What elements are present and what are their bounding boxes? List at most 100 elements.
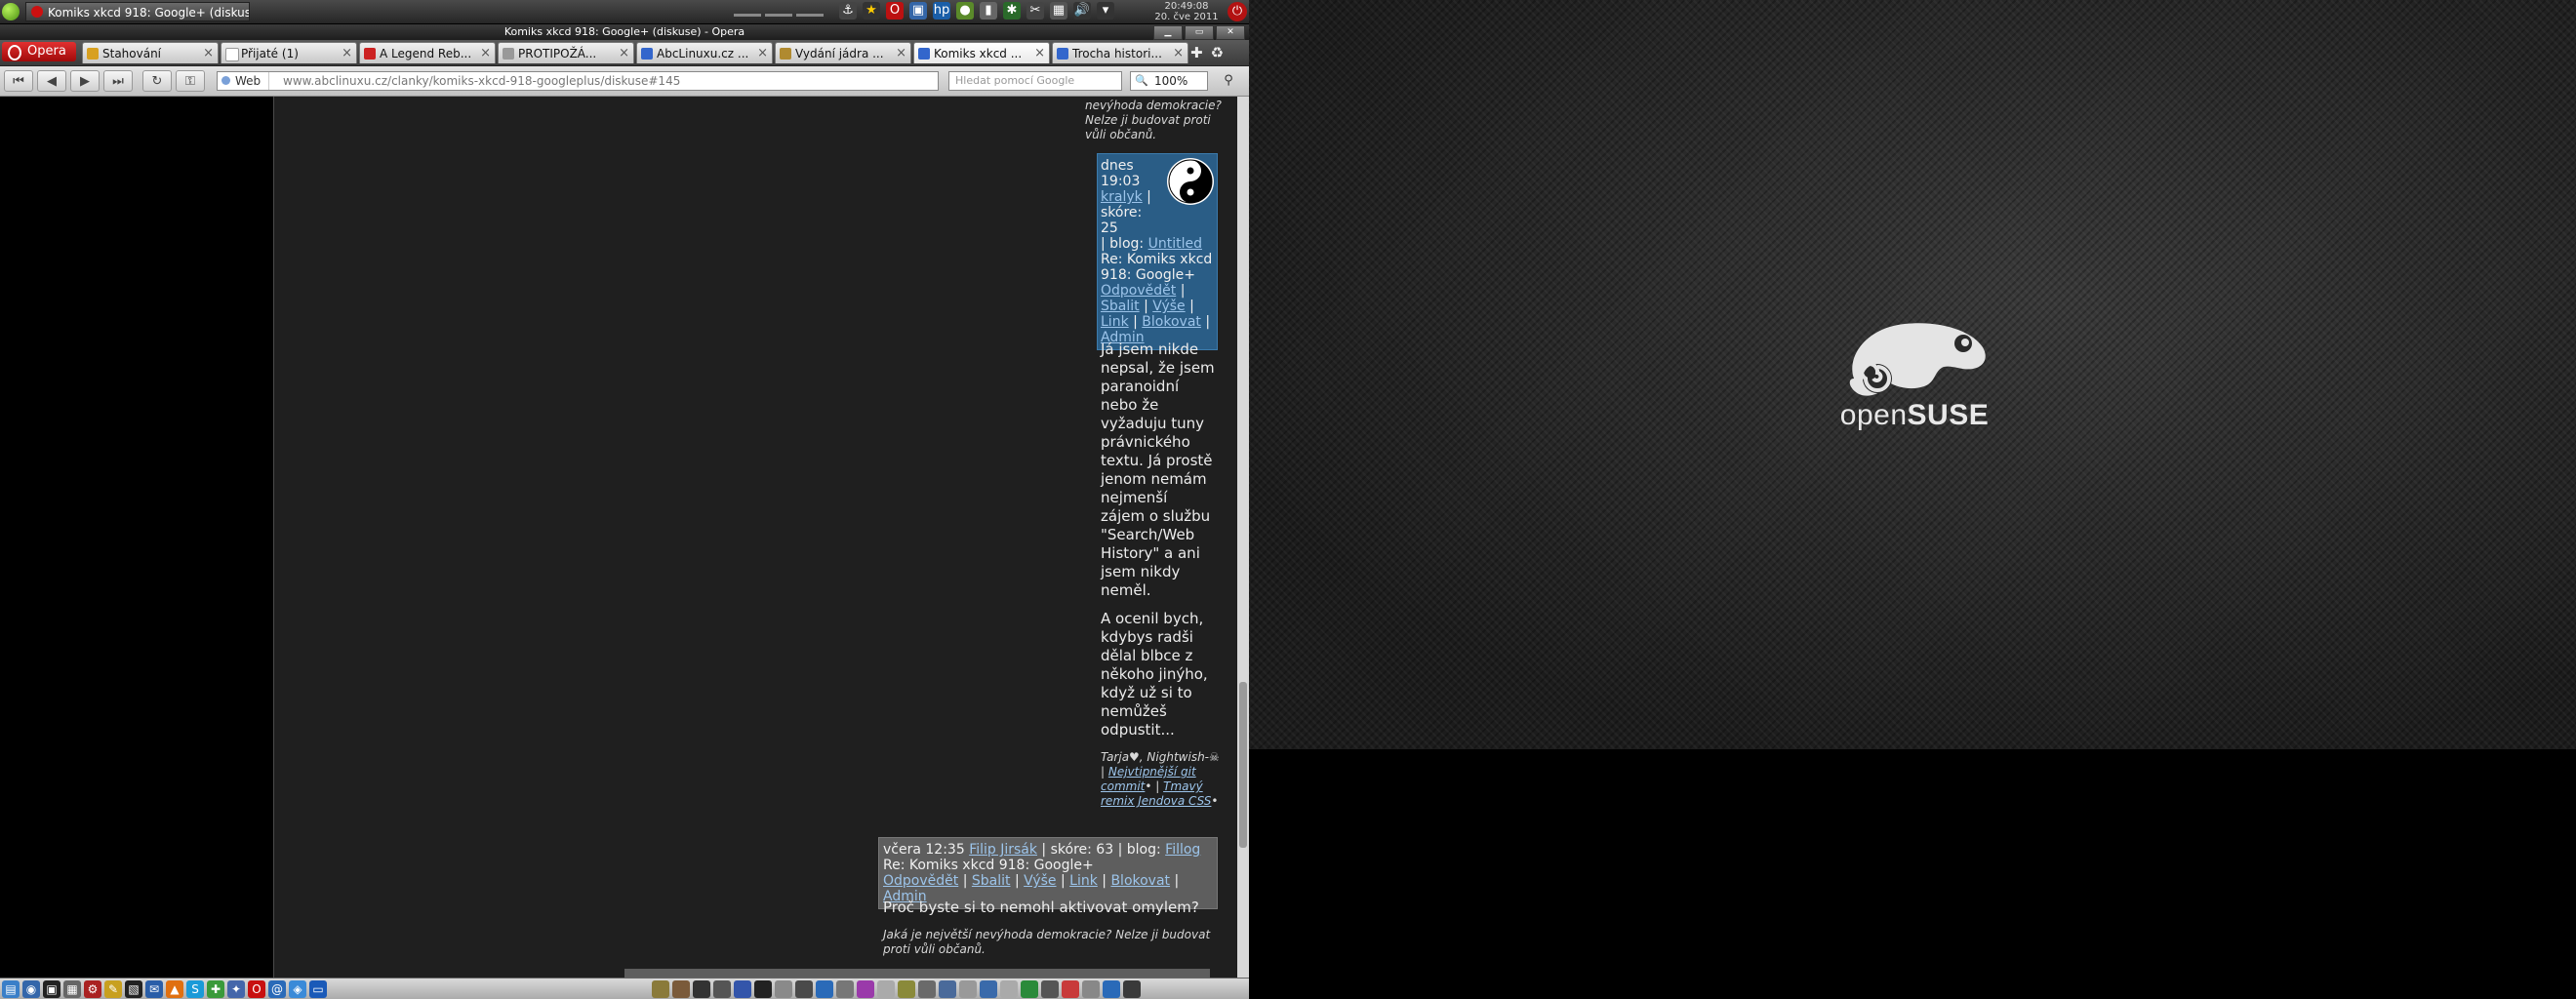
window-titlebar[interactable]: Komiks xkcd 918: Google+ (diskuse) - Ope… bbox=[0, 24, 1249, 40]
clipboard-icon[interactable]: ▮ bbox=[980, 2, 997, 20]
tab-abclinuxu[interactable]: AbcLinuxu.cz ... × bbox=[636, 42, 773, 63]
tab-trocha-historie[interactable]: Trocha histori... × bbox=[1052, 42, 1188, 63]
globe-icon[interactable] bbox=[816, 980, 833, 998]
scissors-icon[interactable]: ✂ bbox=[1026, 2, 1044, 20]
search-input[interactable]: Hledat pomocí Google bbox=[948, 71, 1122, 91]
palette-icon[interactable] bbox=[857, 980, 874, 998]
permalink[interactable]: Link bbox=[1101, 314, 1129, 330]
tab-inbox[interactable]: Přijaté (1) × bbox=[221, 42, 357, 63]
comment-author-link[interactable]: kralyk bbox=[1101, 189, 1143, 205]
scrollbar-thumb[interactable] bbox=[1239, 682, 1247, 848]
file-manager-icon[interactable]: ▦ bbox=[63, 980, 81, 998]
list-icon[interactable] bbox=[1041, 980, 1059, 998]
permalink[interactable]: Link bbox=[1069, 873, 1098, 889]
browser-icon[interactable]: ◉ bbox=[22, 980, 40, 998]
tab-downloads[interactable]: Stahování × bbox=[82, 42, 219, 63]
vlc-icon[interactable]: ▲ bbox=[166, 980, 183, 998]
chevron-down-icon[interactable]: ▾ bbox=[1097, 2, 1114, 20]
close-icon[interactable]: × bbox=[757, 43, 768, 63]
opera-launcher-icon[interactable]: O bbox=[248, 980, 265, 998]
search-icon[interactable] bbox=[959, 980, 977, 998]
blog-link[interactable]: Fillog bbox=[1165, 842, 1200, 858]
collapse-link[interactable]: Sbalit bbox=[1101, 299, 1140, 314]
update-icon[interactable]: ● bbox=[956, 2, 974, 20]
thunderbird-icon[interactable]: ✉ bbox=[145, 980, 163, 998]
close-icon[interactable]: × bbox=[480, 43, 491, 63]
puzzle-icon[interactable]: ✚ bbox=[207, 980, 224, 998]
taskbar-active-window[interactable]: Komiks xkcd 918: Google+ (diskuse) bbox=[25, 2, 250, 21]
opera-menu-button[interactable]: Opera bbox=[2, 42, 76, 61]
clock-icon[interactable] bbox=[836, 980, 854, 998]
text-icon[interactable] bbox=[713, 980, 731, 998]
address-field[interactable]: Web www.abclinuxu.cz/clanky/komiks-xkcd-… bbox=[217, 71, 939, 91]
close-icon[interactable]: × bbox=[1173, 43, 1184, 63]
back-button[interactable]: ◀ bbox=[37, 70, 66, 92]
cursor-icon[interactable] bbox=[734, 980, 751, 998]
start-menu-button[interactable] bbox=[2, 3, 20, 20]
clipboard-tray-icon[interactable] bbox=[1082, 980, 1100, 998]
mail-icon[interactable]: @ bbox=[268, 980, 286, 998]
calendar-icon[interactable] bbox=[693, 980, 710, 998]
basket-icon[interactable] bbox=[672, 980, 690, 998]
parent-link[interactable]: Výše bbox=[1024, 873, 1056, 889]
panel-clock[interactable]: 20:49:08 20. čve 2011 bbox=[1151, 1, 1222, 22]
edit-icon[interactable] bbox=[775, 980, 792, 998]
blog-link[interactable]: Untitled bbox=[1148, 236, 1202, 252]
help-icon[interactable] bbox=[1103, 980, 1120, 998]
grid-icon[interactable]: ▦ bbox=[1050, 2, 1067, 20]
bug-icon[interactable]: ✱ bbox=[1003, 2, 1021, 20]
tab-vydani-jadra[interactable]: Vydání jádra ... × bbox=[775, 42, 911, 63]
volume-icon[interactable]: 🔊 bbox=[1073, 2, 1091, 20]
forward-button[interactable]: ▶ bbox=[70, 70, 100, 92]
tools-icon[interactable] bbox=[898, 980, 915, 998]
reply-link[interactable]: Odpovědět bbox=[883, 873, 958, 889]
pencil-icon[interactable]: ✎ bbox=[104, 980, 122, 998]
close-icon[interactable]: × bbox=[619, 43, 629, 63]
chart-icon[interactable] bbox=[1021, 980, 1038, 998]
rewind-button[interactable]: ⏮ bbox=[4, 70, 33, 92]
hp-icon[interactable]: hp bbox=[933, 2, 950, 20]
reload-button[interactable]: ↻ bbox=[142, 70, 172, 92]
anchor-icon[interactable]: ⚓ bbox=[839, 2, 857, 20]
photo-icon[interactable]: ◈ bbox=[289, 980, 306, 998]
collapse-link[interactable]: Sbalit bbox=[972, 873, 1011, 889]
tab-protipoza[interactable]: PROTIPOŽÁ... × bbox=[498, 42, 634, 63]
site-badge[interactable]: Web bbox=[218, 72, 270, 90]
settings-icon[interactable]: ⚙ bbox=[84, 980, 101, 998]
monitor-icon[interactable]: ▭ bbox=[309, 980, 327, 998]
maximize-button[interactable]: ▭ bbox=[1185, 25, 1214, 40]
power-icon[interactable]: ⏻ bbox=[1228, 2, 1247, 21]
close-icon[interactable]: × bbox=[203, 43, 214, 63]
folder-icon[interactable]: ▤ bbox=[2, 980, 20, 998]
close-icon[interactable]: × bbox=[1034, 43, 1045, 63]
close-icon[interactable]: × bbox=[896, 43, 906, 63]
gear-icon[interactable] bbox=[652, 980, 669, 998]
star-icon[interactable]: ★ bbox=[863, 2, 880, 20]
network-icon[interactable]: ▣ bbox=[909, 2, 927, 20]
minimize-button[interactable]: ▁ bbox=[1153, 25, 1183, 40]
cd-icon[interactable] bbox=[877, 980, 895, 998]
parent-link[interactable]: Výše bbox=[1152, 299, 1185, 314]
image-icon[interactable]: ▧ bbox=[125, 980, 142, 998]
block-link[interactable]: Blokovat bbox=[1142, 314, 1201, 330]
skype-icon[interactable]: S bbox=[186, 980, 204, 998]
new-tab-icon[interactable]: ✚ bbox=[1190, 44, 1203, 61]
block-link[interactable]: Blokovat bbox=[1110, 873, 1170, 889]
terminal-icon[interactable]: ▣ bbox=[43, 980, 60, 998]
fast-forward-button[interactable]: ⏭ bbox=[103, 70, 133, 92]
close-button[interactable]: ✕ bbox=[1216, 25, 1245, 40]
camera-icon[interactable] bbox=[754, 980, 772, 998]
mail-tray-icon[interactable] bbox=[980, 980, 997, 998]
printer-icon[interactable] bbox=[1000, 980, 1018, 998]
binoculars-icon[interactable]: ⚲ bbox=[1216, 72, 1241, 90]
brush-icon[interactable] bbox=[1062, 980, 1079, 998]
comment-author-link[interactable]: Filip Jirsák bbox=[969, 842, 1037, 858]
wrench-icon[interactable] bbox=[918, 980, 936, 998]
opera-tray-icon[interactable]: O bbox=[886, 2, 904, 20]
reply-link[interactable]: Odpovědět bbox=[1101, 283, 1176, 299]
close-icon[interactable]: × bbox=[342, 43, 352, 63]
zoom-select[interactable]: 100% bbox=[1130, 71, 1208, 91]
tab-legend-reb[interactable]: A Legend Reb... × bbox=[359, 42, 496, 63]
disk-icon[interactable] bbox=[795, 980, 813, 998]
window-icon[interactable] bbox=[939, 980, 956, 998]
